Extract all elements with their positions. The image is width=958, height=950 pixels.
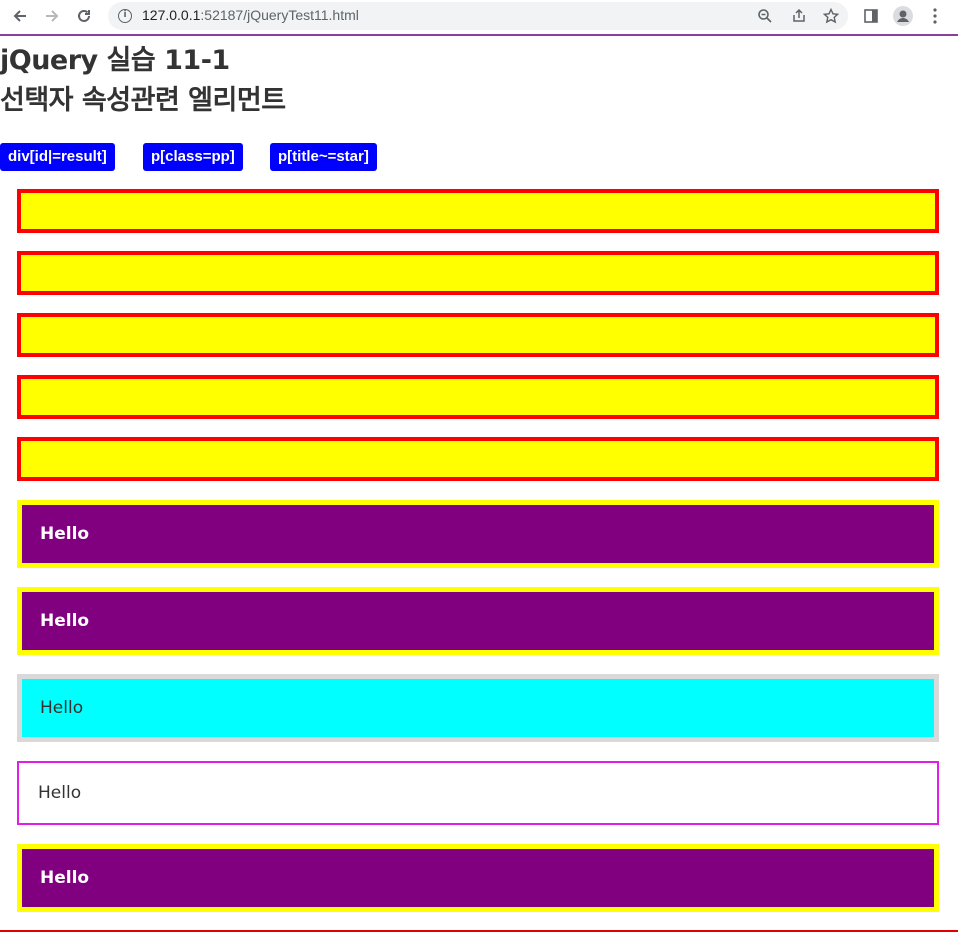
menu-kebab-icon[interactable] [923,4,947,28]
site-info-icon[interactable]: i [118,9,132,23]
reload-icon[interactable] [70,4,98,28]
result-box [17,251,939,295]
page-content: jQuery 실습 11-1 선택자 속성관련 엘리먼트 div[id|=res… [0,38,958,950]
page-title-line1: jQuery 실습 11-1 [0,45,230,76]
result-box [17,375,939,419]
page-title-line2: 선택자 속성관련 엘리먼트 [0,85,286,116]
button-p-title-star[interactable]: p[title~=star] [270,143,377,171]
profile-avatar-icon[interactable] [891,4,915,28]
bookmark-star-icon[interactable] [820,5,842,27]
result-box [17,313,939,357]
back-icon[interactable] [6,4,34,28]
divider [0,930,958,932]
forward-icon[interactable] [38,4,66,28]
paragraph-box: Hello [17,674,939,742]
paragraph-box: Hello [17,500,939,568]
url-text[interactable]: 127.0.0.1:52187/jQueryTest11.html [142,7,359,23]
browser-toolbar: i 127.0.0.1:52187/jQueryTest11.html [0,0,958,36]
side-panel-icon[interactable] [859,4,883,28]
share-icon[interactable] [788,5,810,27]
paragraph-box: Hello [17,761,939,825]
button-div-id-result[interactable]: div[id|=result] [0,143,115,171]
zoom-icon[interactable] [754,5,776,27]
button-p-class-pp[interactable]: p[class=pp] [143,143,243,171]
paragraph-box: Hello [17,844,939,912]
address-bar[interactable]: i 127.0.0.1:52187/jQueryTest11.html [108,2,848,30]
result-box [17,437,939,481]
paragraph-box: Hello [17,587,939,655]
result-box [17,189,939,233]
